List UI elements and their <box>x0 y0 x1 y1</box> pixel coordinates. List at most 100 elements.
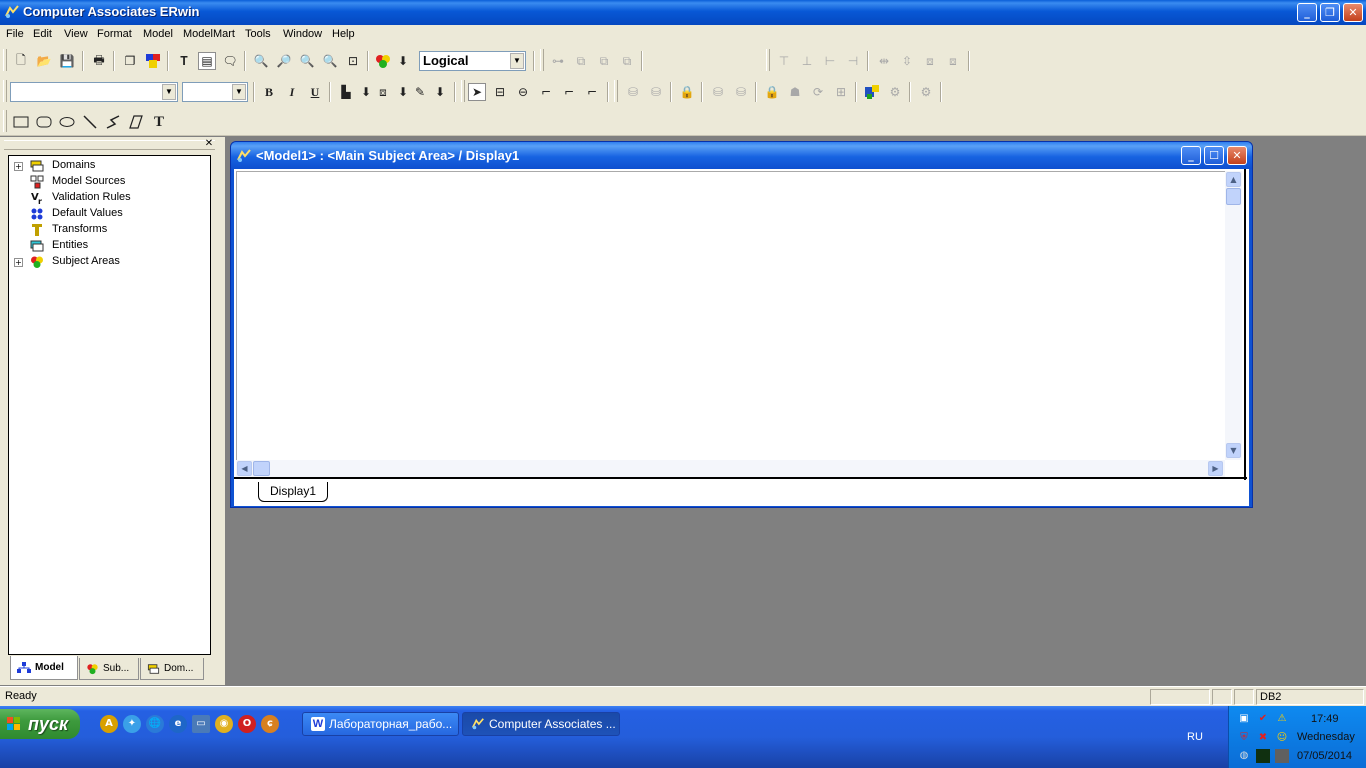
toolbar-grip[interactable] <box>766 49 770 71</box>
grid-icon[interactable]: ⊞ <box>832 83 850 101</box>
identifying-relationship-icon[interactable]: ⌐ <box>537 83 555 101</box>
rectangle-tool-icon[interactable] <box>12 113 30 131</box>
tab-subject-areas[interactable]: Sub... <box>79 658 139 680</box>
tab-display1[interactable]: Display1 <box>258 482 328 502</box>
shield-icon[interactable]: ⛨ <box>1237 731 1251 745</box>
font-color-icon[interactable]: ▙ <box>337 83 355 101</box>
space-vertical-icon[interactable]: ⇳ <box>898 52 916 70</box>
connection-error-icon[interactable]: ✖ <box>1256 731 1270 745</box>
volume-icon[interactable]: ◍ <box>1237 749 1251 763</box>
horizontal-scrollbar[interactable]: ◀ ▶ <box>236 460 1225 477</box>
modelmart-open-icon[interactable]: ⛁ <box>624 83 642 101</box>
many-to-many-relationship-icon[interactable]: ⌐ <box>560 83 578 101</box>
hierarchy-alt-icon[interactable]: ⧉ <box>595 52 613 70</box>
format-painter-icon[interactable]: 𝐓 <box>175 52 193 70</box>
minimize-button[interactable]: _ <box>1297 3 1317 22</box>
align-left-icon[interactable]: ⊢ <box>821 52 839 70</box>
menu-file[interactable]: File <box>6 28 24 40</box>
same-size-icon[interactable]: ⧈ <box>921 52 939 70</box>
scroll-right-icon[interactable]: ▶ <box>1208 461 1223 476</box>
diagram-canvas[interactable] <box>236 171 1225 460</box>
align-middle-icon[interactable]: ⊥ <box>798 52 816 70</box>
vertical-scrollbar[interactable]: ▲ ▼ <box>1225 171 1242 460</box>
view-level-select[interactable]: Logical ▼ <box>419 51 526 71</box>
font-size-select[interactable]: ▼ <box>182 82 248 102</box>
space-horizontal-icon[interactable]: ⇹ <box>875 52 893 70</box>
lock-icon[interactable]: 🔒 <box>678 83 696 101</box>
tree-item-validation-rules[interactable]: Vr Validation Rules <box>9 190 209 206</box>
horizontal-scroll-thumb[interactable] <box>253 461 270 476</box>
menu-format[interactable]: Format <box>97 28 132 40</box>
browser-globe-icon[interactable]: 🌐 <box>146 715 164 733</box>
down-arrow-icon[interactable]: ⬇ <box>394 83 412 101</box>
relationship-icon[interactable]: ⊶ <box>549 52 567 70</box>
diagram-minimize-button[interactable]: _ <box>1181 146 1201 165</box>
menu-model[interactable]: Model <box>143 28 173 40</box>
start-button[interactable]: пуск <box>0 709 80 739</box>
menu-modelmart[interactable]: ModelMart <box>183 28 235 40</box>
tab-domains[interactable]: Dom... <box>140 658 204 680</box>
modelmart-save-icon[interactable]: ⛁ <box>647 83 665 101</box>
down-arrow-icon[interactable]: ⬇ <box>357 83 375 101</box>
security-lock-icon[interactable]: 🔒 <box>763 83 781 101</box>
tree-item-domains[interactable]: + Domains <box>9 158 209 174</box>
subject-area-icon[interactable] <box>374 52 392 70</box>
same-size-alt-icon[interactable]: ⧈ <box>944 52 962 70</box>
toolbar-grip[interactable] <box>614 80 618 102</box>
restore-button[interactable]: ❐ <box>1320 3 1340 22</box>
tree-item-subject-areas[interactable]: + Subject Areas <box>9 254 209 270</box>
diagram-maximize-button[interactable]: ☐ <box>1204 146 1224 165</box>
polyline-tool-icon[interactable] <box>104 113 122 131</box>
settings-icon[interactable]: ⚙ <box>886 83 904 101</box>
tree-item-model-sources[interactable]: Model Sources <box>9 174 209 190</box>
users-icon[interactable]: ☺ <box>1275 731 1289 745</box>
language-indicator[interactable]: RU <box>1187 731 1203 743</box>
zoom-normal-icon[interactable]: 🔍 <box>298 52 316 70</box>
display-icon[interactable] <box>1275 749 1289 763</box>
vertical-scroll-thumb[interactable] <box>1226 188 1241 205</box>
library-icon[interactable]: ⛁ <box>709 83 727 101</box>
bold-button[interactable]: B <box>260 83 278 101</box>
note-icon[interactable]: 🗨 <box>221 52 239 70</box>
tree-item-default-values[interactable]: Default Values <box>9 206 209 222</box>
entity-tool-icon[interactable]: ⊟ <box>491 83 509 101</box>
change-control-icon[interactable]: ⟳ <box>809 83 827 101</box>
ellipse-tool-icon[interactable] <box>58 113 76 131</box>
dropdown-arrow-icon[interactable]: ▼ <box>162 84 176 100</box>
toolbar-grip[interactable] <box>3 110 7 132</box>
monitor-icon[interactable] <box>1256 749 1270 763</box>
toolbar-grip[interactable] <box>461 80 465 102</box>
menu-edit[interactable]: Edit <box>33 28 52 40</box>
hierarchy-icon[interactable]: ⧉ <box>572 52 590 70</box>
tree-item-entities[interactable]: Entities <box>9 238 209 254</box>
opera-icon[interactable]: O <box>238 715 256 733</box>
avast-icon[interactable]: A <box>100 715 118 733</box>
user-icon[interactable]: ☗ <box>786 83 804 101</box>
non-identifying-relationship-icon[interactable]: ⌐ <box>583 83 601 101</box>
underline-button[interactable]: U <box>306 83 324 101</box>
zoom-page-icon[interactable]: ⊡ <box>344 52 362 70</box>
macro-icon[interactable]: ⚙ <box>917 83 935 101</box>
zoom-fit-icon[interactable]: 🔍 <box>321 52 339 70</box>
open-folder-icon[interactable]: 📂 <box>35 52 53 70</box>
menu-view[interactable]: View <box>64 28 88 40</box>
firefox-icon[interactable]: ɕ <box>261 715 279 733</box>
show-desktop-icon[interactable]: ▭ <box>192 715 210 733</box>
polygon-tool-icon[interactable] <box>127 113 145 131</box>
entity-display-icon[interactable]: ▤ <box>198 52 216 70</box>
copy-windows-icon[interactable]: ❐ <box>121 52 139 70</box>
rounded-rectangle-tool-icon[interactable] <box>35 113 53 131</box>
italic-button[interactable]: I <box>283 83 301 101</box>
menu-help[interactable]: Help <box>332 28 355 40</box>
toolbar-grip[interactable] <box>540 49 544 71</box>
pointer-tool-icon[interactable]: ➤ <box>468 83 486 101</box>
tree-item-transforms[interactable]: Transforms <box>9 222 209 238</box>
scroll-down-icon[interactable]: ▼ <box>1226 443 1241 458</box>
new-file-icon[interactable]: 🗋 <box>12 52 30 70</box>
down-arrow-icon[interactable]: ⬇ <box>431 83 449 101</box>
down-arrow-icon[interactable]: ⬇ <box>394 52 412 70</box>
expand-icon[interactable]: + <box>14 162 23 171</box>
taskbar-task-erwin[interactable]: Computer Associates ... <box>462 712 620 736</box>
diagram-close-button[interactable]: ✕ <box>1227 146 1247 165</box>
close-button[interactable]: ✕ <box>1343 3 1363 22</box>
